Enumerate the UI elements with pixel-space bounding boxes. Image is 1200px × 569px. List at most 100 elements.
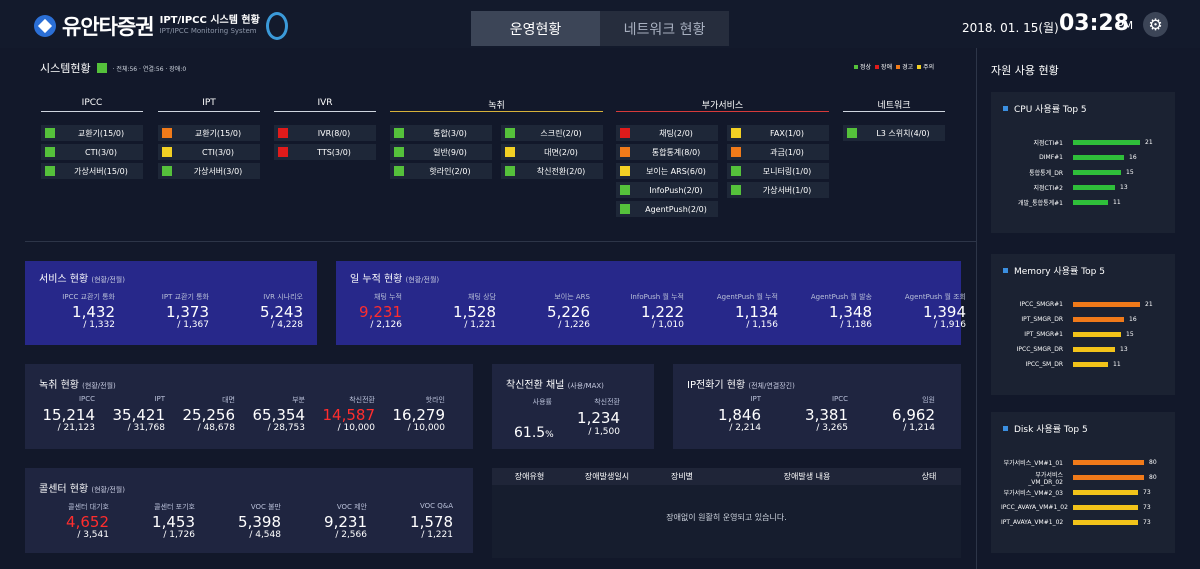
status-indicator [620, 166, 630, 176]
group-item-label: AgentPush(2/0) [645, 204, 707, 214]
group-item[interactable]: 통합통계(8/0) [616, 144, 718, 160]
metric-sub: / 3,541 [77, 530, 109, 540]
metric-value: 65,354 [252, 406, 306, 424]
resource-bar [1073, 490, 1138, 495]
group-item-label: 일반(9/0) [433, 147, 467, 157]
resource-row-value: 11 [1113, 199, 1121, 206]
metric-label: 채팅 상담 [468, 293, 496, 301]
group-item[interactable]: TTS(3/0) [274, 144, 376, 160]
group-item[interactable]: 과금(1/0) [727, 144, 829, 160]
ip-phone-title: IP전화기 현황 (전체/연결장긴) [687, 380, 795, 391]
metric-value: 5,243 [260, 303, 303, 321]
resource-row: IPT_SMGR_DR 16 [1001, 312, 1153, 327]
metric-label: 부분 [292, 396, 305, 404]
group-item[interactable]: InfoPush(2/0) [616, 182, 718, 198]
metric-value: 1,432 [72, 303, 115, 321]
group-item[interactable]: 교환기(15/0) [41, 125, 143, 141]
status-indicator [505, 128, 515, 138]
fault-table-header: 장애유형 장애발생일시 장비별 장애발생 내용 상태 [492, 468, 961, 485]
resource-row-label: 지점CTI#1 [1033, 140, 1063, 147]
resource-row: IPT_SMGR#1 15 [1001, 327, 1153, 342]
metric-value: 1,134 [735, 303, 778, 321]
group-4: 부가서비스 채팅(2/0) FAX(1/0) 통합통계(8/0) 과금(1/0) 보이는 … [616, 98, 829, 217]
service-title: 서비스 현황 (현황/전월) [39, 274, 125, 285]
daily-panel: 일 누적 현황 (현황/전월) 채팅 누적 9,231/ 2,126 채팅 상담 1,… [336, 261, 966, 345]
fault-table: 장애유형 장애발생일시 장비별 장애발생 내용 상태 장애없이 원활히 운영되고… [492, 468, 961, 558]
forwarding-label: 착신전환 [594, 398, 620, 406]
metric-sub: / 1,214 [903, 423, 935, 433]
resource-panel-title: CPU 사용률 Top 5 [1003, 102, 1087, 115]
ip-phone-panel: IP전화기 현황 (전체/연결장긴) IPT 1,846/ 2,214 IPCC 3,… [673, 364, 961, 449]
resource-row-value: 80 [1149, 474, 1157, 481]
resource-row-value: 21 [1145, 139, 1153, 146]
group-item[interactable]: 일반(9/0) [390, 144, 492, 160]
metric-label: IPCC 교환기 통화 [62, 293, 115, 301]
metric-label: InfoPush 월 누적 [630, 293, 684, 301]
status-indicator [45, 166, 55, 176]
metric-sub: / 10,000 [337, 423, 375, 433]
status-indicator [505, 166, 515, 176]
metric-label: IPT [154, 395, 165, 403]
status-indicator [620, 128, 630, 138]
group-item[interactable]: 채팅(2/0) [616, 125, 718, 141]
legend-caution: 주의 [917, 62, 934, 71]
group-item[interactable]: 모니터링(1/0) [727, 163, 829, 179]
group-item[interactable]: 가상서버(1/0) [727, 182, 829, 198]
group-item[interactable]: 핫라인(2/0) [390, 163, 492, 179]
group-item[interactable]: 스크린(2/0) [501, 125, 603, 141]
group-item-label: 가상서버(15/0) [74, 166, 128, 176]
resource-row-label: IPT_SMGR_DR [1021, 316, 1063, 323]
tab-network[interactable]: 네트워크 현황 [600, 11, 729, 46]
status-indicator [45, 147, 55, 157]
metric-label: AgentPush 월 누적 [716, 293, 778, 301]
group-header: 네트워크 [843, 98, 945, 112]
resource-row: IPT_AVAYA_VM#1_02 73 [1001, 515, 1157, 530]
service-panel: 서비스 현황 (현황/전월) IPCC 교환기 통화 1,432/ 1,332 IP… [25, 261, 317, 345]
resource-row: 부가서비스_VM_DR_02 80 [1001, 470, 1157, 486]
group-item[interactable]: IVR(8/0) [274, 125, 376, 141]
status-indicator [505, 147, 515, 157]
metric-label: VOC 제안 [336, 503, 367, 511]
group-item[interactable]: AgentPush(2/0) [616, 201, 718, 217]
group-item[interactable]: 착신전환(2/0) [501, 163, 603, 179]
resource-row-label: IPCC_SM_DR [1025, 361, 1063, 368]
panel-title-text: Disk 사용률 Top 5 [1014, 425, 1088, 435]
tab-operations[interactable]: 운영현황 [471, 11, 600, 46]
resource-row-value: 73 [1143, 519, 1151, 526]
group-item[interactable]: CTI(3/0) [41, 144, 143, 160]
group-item[interactable]: 보이는 ARS(6/0) [616, 163, 718, 179]
group-header: IVR [274, 98, 376, 112]
resource-bar [1073, 155, 1124, 160]
metric-label: 보이는 ARS [554, 293, 590, 301]
group-item-label: 과금(1/0) [770, 147, 804, 157]
resource-panel-cpu: CPU 사용률 Top 5 지점CTI#1 21 DIMF#1 16 통합통계_DR 15 지… [991, 92, 1175, 233]
resource-bar [1073, 317, 1124, 322]
resource-row-value: 15 [1126, 331, 1134, 338]
group-item[interactable]: 가상서버(3/0) [158, 163, 260, 179]
metric-sub: / 1,010 [652, 320, 684, 330]
panel-marker-icon [1003, 106, 1008, 111]
resource-bar [1073, 332, 1121, 337]
group-item[interactable]: CTI(3/0) [158, 144, 260, 160]
metric-sub: / 21,123 [57, 423, 95, 433]
group-item[interactable]: 가상서버(15/0) [41, 163, 143, 179]
group-item[interactable]: 대면(2/0) [501, 144, 603, 160]
resource-row-value: 11 [1113, 361, 1121, 368]
resource-row: DIMF#1 16 [1001, 150, 1153, 165]
resource-row-value: 13 [1120, 184, 1128, 191]
metric-label: IPT [750, 395, 761, 403]
forwarding-title: 착신전환 채널 (사용/MAX) [506, 380, 604, 391]
resource-title: 자원 사용 현황 [991, 64, 1059, 77]
group-item[interactable]: 교환기(15/0) [158, 125, 260, 141]
resource-bar [1073, 505, 1138, 510]
group-item[interactable]: 통합(3/0) [390, 125, 492, 141]
gear-icon[interactable]: ⚙ [1143, 12, 1168, 37]
metric-value: 9,231 [359, 303, 402, 321]
group-item[interactable]: FAX(1/0) [727, 125, 829, 141]
metric-label: IPCC [78, 395, 95, 403]
resource-row: IPCC_SM_DR 11 [1001, 357, 1153, 372]
status-indicator [394, 128, 404, 138]
group-item[interactable]: L3 스위치(4/0) [843, 125, 945, 141]
group-3: 녹취 통합(3/0) 스크린(2/0) 일반(9/0) 대면(2/0) 핫라인(2/0) 착… [390, 98, 603, 179]
group-2: IVR IVR(8/0) TTS(3/0) [274, 98, 376, 160]
